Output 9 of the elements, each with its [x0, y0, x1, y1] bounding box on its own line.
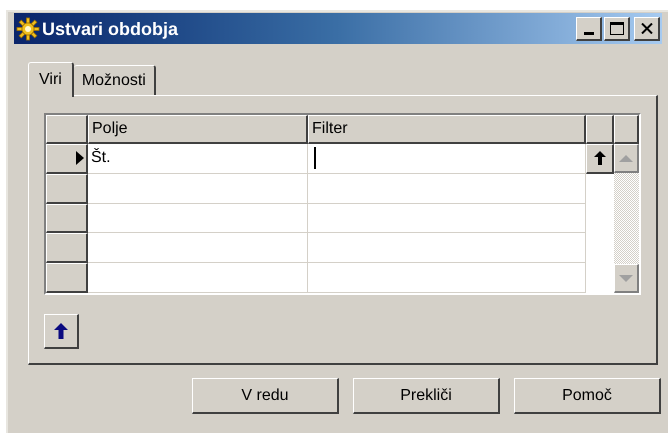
tab[interactable]: Možnosti — [74, 65, 156, 96]
dialog-button[interactable]: V redu — [192, 378, 339, 414]
table-cell[interactable]: Št. — [88, 144, 308, 174]
tab[interactable]: Viri — [28, 62, 74, 97]
dialog-button[interactable]: Pomoč — [514, 378, 661, 414]
column-header: Polje — [88, 115, 308, 144]
window-title: Ustvari obdobja — [42, 20, 178, 38]
column-header: Filter — [308, 115, 586, 144]
dialog-button[interactable]: Prekliči — [353, 378, 500, 414]
